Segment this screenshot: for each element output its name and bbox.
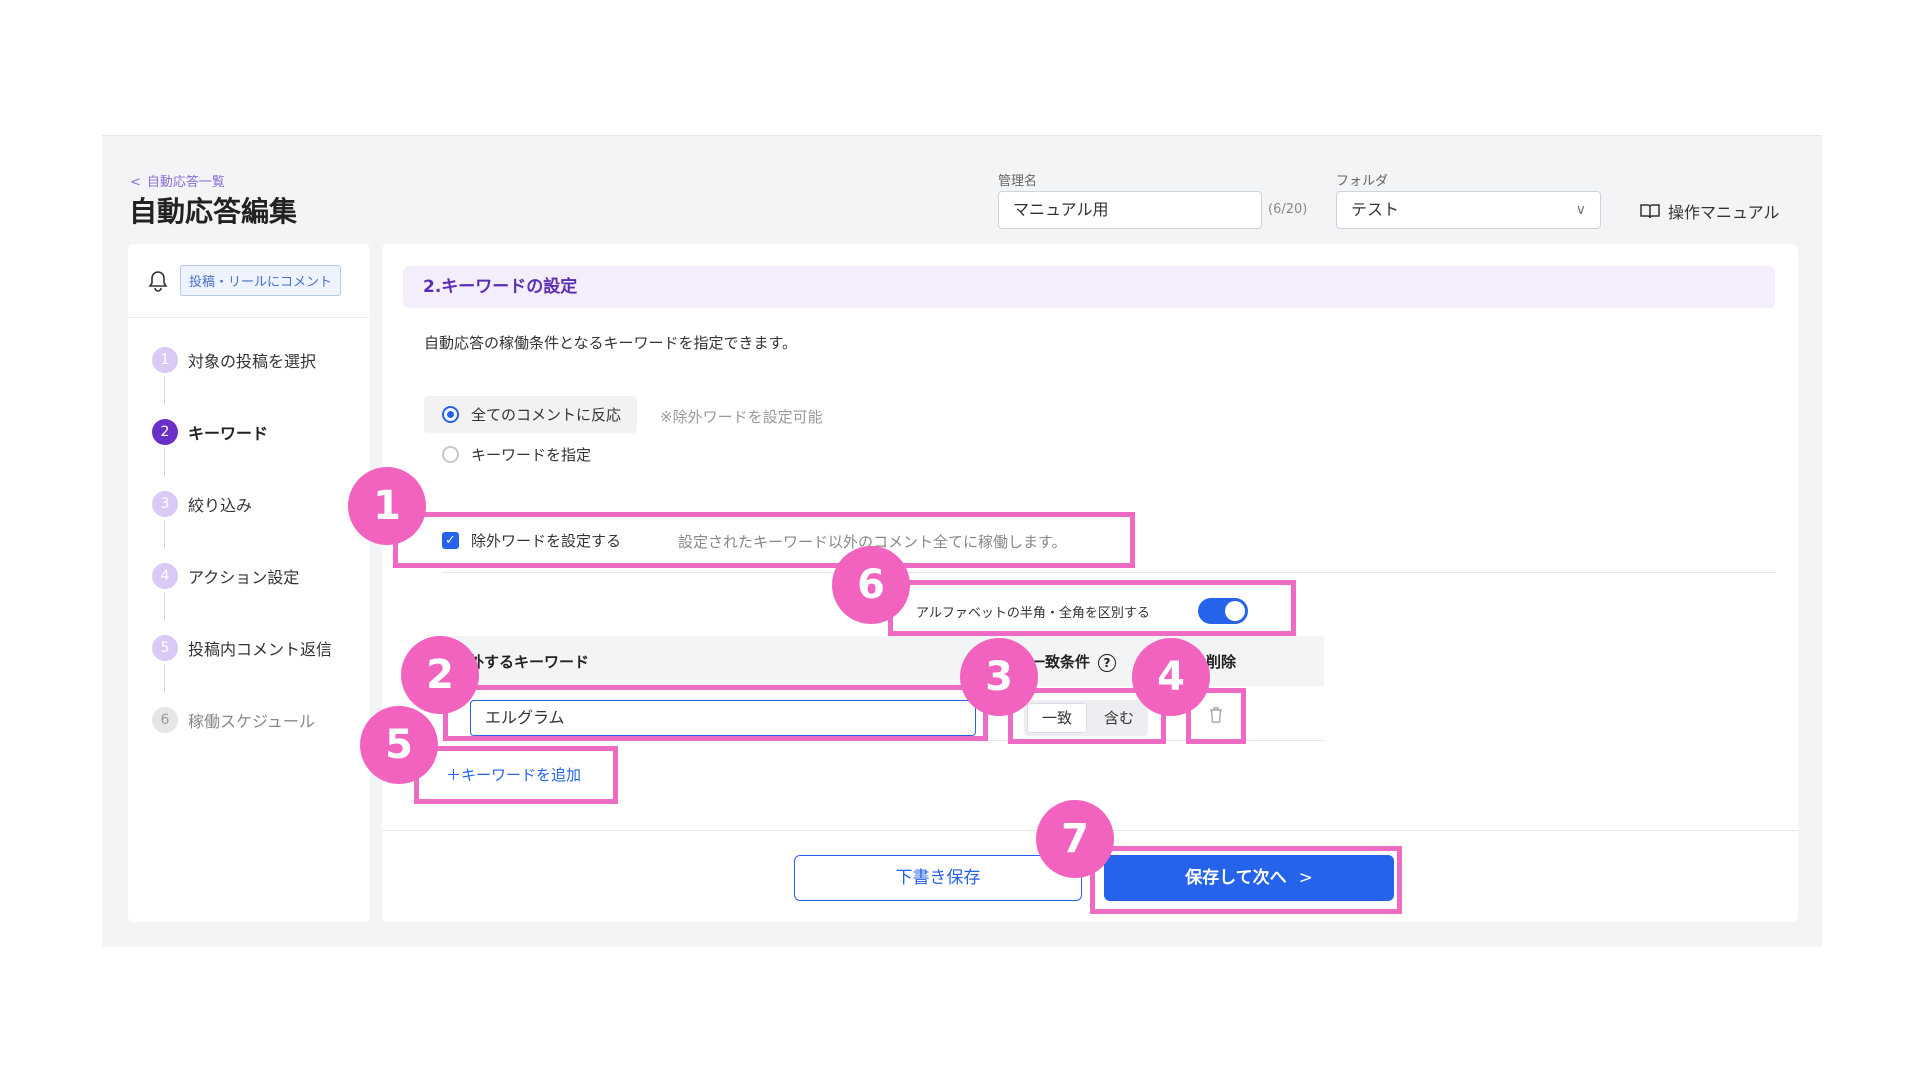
step-connector (164, 664, 165, 692)
sidebar-step-5[interactable]: 5 投稿内コメント返信 (152, 634, 370, 662)
marker-7: 7 (1036, 800, 1114, 878)
radio-selected-icon (442, 406, 459, 423)
folder-select-value: テスト (1351, 200, 1400, 219)
manual-link[interactable]: 操作マニュアル (1640, 199, 1780, 223)
page-title: 自動応答編集 (129, 195, 298, 228)
exclude-checkbox[interactable]: ✓ 除外ワードを設定する (442, 530, 621, 551)
step-list: 1 対象の投稿を選択 2 キーワード 3 絞り込み 4 アクション設定 5 投稿… (128, 318, 370, 734)
col-match: 一致条件? (1030, 651, 1117, 672)
sidebar-step-4[interactable]: 4 アクション設定 (152, 562, 370, 590)
marker-1: 1 (348, 467, 426, 545)
manage-name-input[interactable]: マニュアル用 (998, 191, 1262, 229)
sidebar-step-3[interactable]: 3 絞り込み (152, 490, 370, 518)
col-delete: 削除 (1206, 653, 1237, 671)
chevron-right-icon: > (1298, 868, 1313, 888)
sidebar-step-1[interactable]: 1 対象の投稿を選択 (152, 346, 370, 374)
step-sidebar: 投稿・リールにコメント 1 対象の投稿を選択 2 キーワード 3 絞り込み 4 … (128, 244, 370, 922)
step-number: 3 (152, 491, 178, 517)
col-match-label: 一致条件 (1030, 653, 1091, 671)
sidebar-header: 投稿・リールにコメント (128, 244, 370, 318)
step-number: 4 (152, 563, 178, 589)
marker-6: 6 (832, 546, 910, 624)
save-next-label: 保存して次へ (1185, 868, 1287, 888)
divider (442, 572, 1776, 573)
step-connector (164, 520, 165, 548)
step-connector (164, 448, 165, 476)
step-label: キーワード (188, 424, 269, 443)
help-icon[interactable]: ? (1098, 653, 1117, 672)
trash-icon-svg (1210, 707, 1222, 723)
step-label: 稼働スケジュール (188, 712, 315, 731)
radio-all-note: ※除外ワードを設定可能 (660, 408, 823, 426)
step-number: 2 (152, 419, 178, 445)
sidebar-step-2[interactable]: 2 キーワード (152, 418, 370, 446)
book-icon (1640, 204, 1660, 219)
folder-select[interactable]: テスト ∨ (1336, 191, 1601, 229)
back-link[interactable]: < 自動応答一覧 (130, 171, 225, 190)
char-counter: (6/20) (1268, 202, 1308, 217)
manual-link-label: 操作マニュアル (1668, 203, 1780, 222)
bell-icon (148, 270, 168, 292)
checkmark-icon: ✓ (442, 532, 459, 549)
keyword-input[interactable]: エルグラム (470, 700, 976, 736)
match-option-exact[interactable]: 一致 (1027, 703, 1088, 733)
manage-name-label: 管理名 (998, 174, 1038, 189)
toggle-label: アルファベットの半角・全角を区別する (916, 605, 1150, 621)
chevron-left-icon: < (130, 175, 141, 190)
marker-4: 4 (1132, 638, 1210, 716)
radio-keyword-label: キーワードを指定 (471, 446, 592, 464)
save-next-button[interactable]: 保存して次へ > (1104, 855, 1394, 901)
step-number: 6 (152, 707, 178, 733)
sidebar-step-6[interactable]: 6 稼働スケジュール (152, 706, 370, 734)
case-toggle-row: アルファベットの半角・全角を区別する (916, 598, 1248, 624)
save-draft-button[interactable]: 下書き保存 (794, 855, 1082, 901)
marker-5: 5 (360, 706, 438, 784)
step-connector (164, 592, 165, 620)
match-segmented-control: 一致 含む (1024, 700, 1149, 736)
section-description: 自動応答の稼働条件となるキーワードを指定できます。 (424, 334, 798, 352)
radio-all-label: 全てのコメントに反応 (471, 406, 622, 424)
step-number: 5 (152, 635, 178, 661)
chevron-down-icon: ∨ (1575, 202, 1586, 218)
trash-icon[interactable] (1208, 706, 1224, 728)
radio-all-comments[interactable]: 全てのコメントに反応 (424, 396, 638, 433)
section-title: 2.キーワードの設定 (403, 266, 1775, 308)
step-label: アクション設定 (188, 568, 300, 587)
radio-keyword[interactable]: キーワードを指定 (442, 444, 591, 465)
case-toggle[interactable] (1197, 598, 1248, 624)
step-label: 絞り込み (188, 496, 253, 515)
marker-2: 2 (401, 636, 479, 714)
add-keyword-link[interactable]: ＋キーワードを追加 (446, 764, 581, 785)
step-label: 投稿内コメント返信 (188, 640, 333, 659)
exclude-checkbox-label: 除外ワードを設定する (471, 532, 622, 550)
folder-label: フォルダ (1336, 174, 1389, 189)
radio-unselected-icon (442, 446, 459, 463)
trigger-badge: 投稿・リールにコメント (180, 265, 342, 296)
row-divider (442, 740, 1324, 741)
marker-3: 3 (960, 638, 1038, 716)
step-number: 1 (152, 347, 178, 373)
step-label: 対象の投稿を選択 (188, 352, 317, 371)
step-connector (164, 376, 165, 404)
match-option-contains[interactable]: 含む (1090, 700, 1148, 736)
